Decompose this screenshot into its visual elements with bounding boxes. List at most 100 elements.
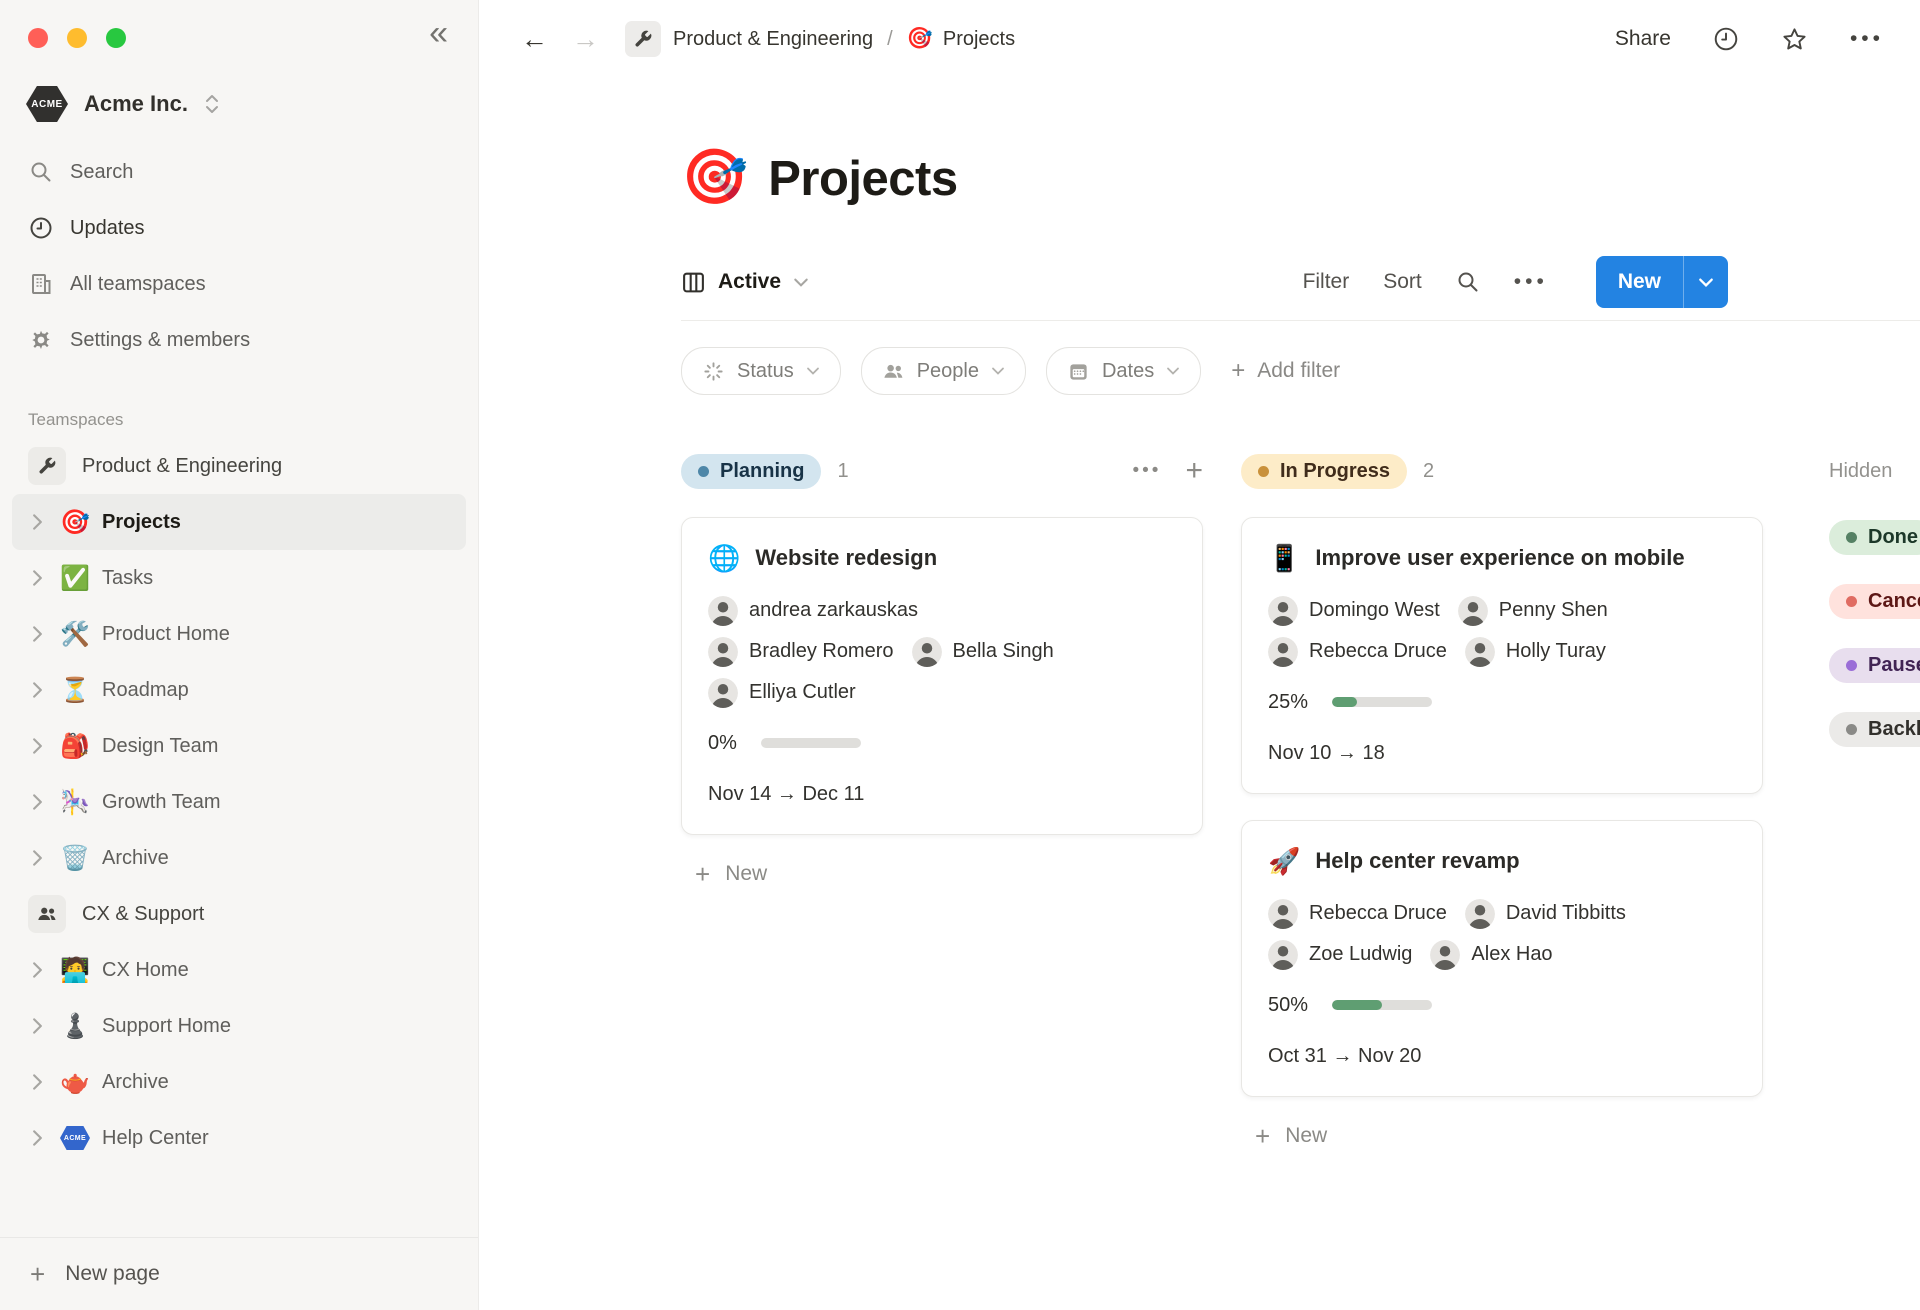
chevron-right-icon[interactable] — [32, 738, 48, 754]
view-controls: Filter Sort ••• New — [1303, 256, 1728, 308]
add-card-button[interactable]: +New — [681, 861, 1203, 887]
hidden-status-pill-done[interactable]: Done — [1829, 520, 1920, 555]
sidebar-item-archive[interactable]: 🫖Archive — [12, 1054, 466, 1110]
progress-percent: 50% — [1268, 994, 1308, 1017]
board-view-icon — [681, 270, 706, 295]
person[interactable]: Penny Shen — [1458, 596, 1608, 626]
chevron-right-icon[interactable] — [32, 626, 48, 642]
search-icon[interactable] — [1456, 270, 1480, 294]
favorite-star-icon[interactable] — [1781, 26, 1808, 53]
back-icon[interactable]: ← — [509, 24, 560, 55]
target-icon: 🎯 — [907, 27, 933, 51]
wrench-icon — [28, 447, 66, 485]
app-window: « ACME Acme Inc. Search Updates — [0, 0, 1920, 1310]
status-pill-planning[interactable]: Planning — [681, 454, 821, 489]
chevron-right-icon[interactable] — [32, 794, 48, 810]
person[interactable]: Bradley Romero — [708, 637, 894, 667]
hidden-status-pill-backlog[interactable]: Backlog — [1829, 712, 1920, 747]
zoom-window-button[interactable] — [106, 28, 126, 48]
sidebar-item-projects[interactable]: 🎯Projects — [12, 494, 466, 550]
filter-chip-dates[interactable]: Dates — [1046, 347, 1201, 395]
sidebar-item-label: Support Home — [102, 1015, 231, 1038]
project-card-website-redesign[interactable]: 🌐 Website redesign andrea zarkauskasBrad… — [681, 517, 1203, 835]
person[interactable]: Rebecca Druce — [1268, 899, 1447, 929]
card-people: Rebecca Druce David Tibbitts Zoe Ludwig Ale… — [1268, 899, 1736, 970]
divider — [681, 320, 1920, 321]
history-clock-icon[interactable] — [1713, 26, 1739, 52]
tab-active-view[interactable]: Active — [681, 270, 809, 295]
people-row: Rebecca Druce David Tibbitts — [1268, 899, 1736, 929]
filter-button[interactable]: Filter — [1303, 270, 1350, 294]
person[interactable]: Bella Singh — [912, 637, 1054, 667]
sidebar-item-help-center[interactable]: ACMEHelp Center — [12, 1110, 466, 1166]
person[interactable]: Elliya Cutler — [708, 678, 856, 708]
breadcrumb-root[interactable]: Product & Engineering — [673, 28, 873, 51]
view-more-icon[interactable]: ••• — [1514, 270, 1548, 294]
person[interactable]: David Tibbitts — [1465, 899, 1626, 929]
people-row: andrea zarkauskas — [708, 596, 1176, 626]
add-filter-button[interactable]: + Add filter — [1231, 357, 1340, 385]
sort-button[interactable]: Sort — [1383, 270, 1422, 294]
hidden-status-pill-canceled[interactable]: Canceled — [1829, 584, 1920, 619]
plus-icon: + — [30, 1259, 45, 1290]
sidebar-item-search[interactable]: Search — [12, 144, 466, 200]
person[interactable]: Zoe Ludwig — [1268, 940, 1412, 970]
add-card-button[interactable]: +New — [1241, 1123, 1763, 1149]
person[interactable]: Domingo West — [1268, 596, 1440, 626]
chevron-right-icon[interactable] — [32, 682, 48, 698]
person[interactable]: Rebecca Druce — [1268, 637, 1447, 667]
chevron-right-icon[interactable] — [32, 1074, 48, 1090]
progress-percent: 0% — [708, 732, 737, 755]
person[interactable]: andrea zarkauskas — [708, 596, 918, 626]
forward-icon[interactable]: → — [560, 24, 611, 55]
sidebar-item-archive[interactable]: 🗑️Archive — [12, 830, 466, 886]
sidebar-item-support-home[interactable]: ♟️Support Home — [12, 998, 466, 1054]
share-button[interactable]: Share — [1615, 27, 1671, 51]
chevron-right-icon[interactable] — [32, 570, 48, 586]
person[interactable]: Holly Turay — [1465, 637, 1606, 667]
sidebar-item-all-teamspaces[interactable]: All teamspaces — [12, 256, 466, 312]
teapot-icon: 🫖 — [60, 1068, 90, 1097]
chevron-right-icon[interactable] — [32, 1018, 48, 1034]
sidebar-item-product-home[interactable]: 🛠️Product Home — [12, 606, 466, 662]
workspace-switcher[interactable]: ACME Acme Inc. — [26, 86, 458, 122]
project-card-help-center-revamp[interactable]: 🚀 Help center revamp Rebecca DruceDavid … — [1241, 820, 1763, 1097]
filter-chip-status[interactable]: Status — [681, 347, 841, 395]
project-card-improve-user-experience-on-mobile[interactable]: 📱 Improve user experience on mobile Domi… — [1241, 517, 1763, 794]
sidebar-item-settings[interactable]: Settings & members — [12, 312, 466, 368]
new-button-chevron-icon[interactable] — [1684, 277, 1728, 288]
hidden-status-pill-paused[interactable]: Paused — [1829, 648, 1920, 683]
more-options-icon[interactable]: ••• — [1850, 27, 1884, 51]
sidebar-item-tasks[interactable]: ✅Tasks — [12, 550, 466, 606]
card-title-row: 📱 Improve user experience on mobile — [1268, 542, 1736, 576]
sidebar-item-roadmap[interactable]: ⏳Roadmap — [12, 662, 466, 718]
card-title: Website redesign — [755, 542, 937, 576]
chevron-down-icon — [806, 366, 820, 376]
chevron-right-icon[interactable] — [32, 514, 48, 530]
person[interactable]: Alex Hao — [1430, 940, 1552, 970]
sidebar-item-design-team[interactable]: 🎒Design Team — [12, 718, 466, 774]
avatar — [1268, 940, 1298, 970]
sidebar-item-cx-home[interactable]: 🧑‍💻CX Home — [12, 942, 466, 998]
collapse-sidebar-icon[interactable]: « — [429, 16, 448, 50]
filter-chip-people[interactable]: People — [861, 347, 1026, 395]
close-window-button[interactable] — [28, 28, 48, 48]
column-more-icon[interactable]: ••• — [1133, 460, 1162, 482]
status-pill-in-progress[interactable]: In Progress — [1241, 454, 1407, 489]
chevron-right-icon[interactable] — [32, 962, 48, 978]
minimize-window-button[interactable] — [67, 28, 87, 48]
backpack-icon: 🎒 — [60, 732, 90, 761]
chevron-right-icon[interactable] — [32, 850, 48, 866]
column-count: 1 — [837, 460, 848, 483]
sidebar-item-updates[interactable]: Updates — [12, 200, 466, 256]
sidebar-item-growth-team[interactable]: 🎠Growth Team — [12, 774, 466, 830]
new-page-button[interactable]: + New page — [0, 1237, 478, 1310]
column-add-icon[interactable]: + — [1185, 456, 1203, 486]
new-button[interactable]: New — [1596, 256, 1728, 308]
tab-label: Active — [718, 270, 781, 294]
breadcrumb-current[interactable]: Projects — [943, 28, 1015, 51]
sidebar-teamspace-product-engineering[interactable]: Product & Engineering — [12, 438, 466, 494]
sidebar-teamspace-cx-support[interactable]: CX & Support — [12, 886, 466, 942]
card-people: andrea zarkauskas Bradley Romero Bella Sin… — [708, 596, 1176, 708]
chevron-right-icon[interactable] — [32, 1130, 48, 1146]
